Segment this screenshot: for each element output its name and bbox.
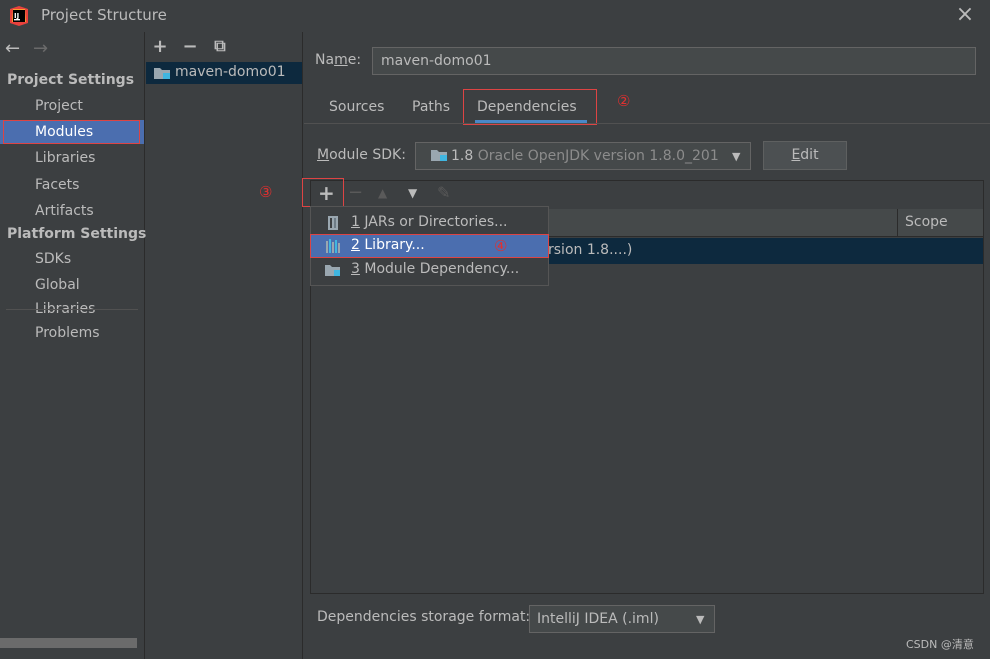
add-module-icon[interactable]: + bbox=[151, 36, 169, 57]
back-arrow-icon[interactable]: ← bbox=[5, 38, 20, 59]
jar-icon bbox=[328, 216, 338, 230]
chevron-down-icon: ▼ bbox=[732, 150, 741, 163]
watermark: CSDN @清意 bbox=[906, 638, 974, 651]
copy-module-icon[interactable]: ⧉ bbox=[211, 36, 229, 56]
forward-arrow-icon[interactable]: → bbox=[33, 38, 48, 59]
move-up-icon[interactable]: ▲ bbox=[378, 186, 387, 200]
sidebar-divider bbox=[6, 309, 138, 310]
storage-format-label: Dependencies storage format: bbox=[317, 609, 531, 625]
intellij-logo-icon: IJ bbox=[10, 6, 28, 26]
dependencies-tab-highlight-box bbox=[463, 89, 597, 125]
dependency-row-text: rsion 1.8....) bbox=[548, 242, 633, 258]
module-folder-icon bbox=[154, 68, 170, 79]
sidebar-scrollbar[interactable] bbox=[0, 638, 137, 648]
storage-format-value: IntelliJ IDEA (.iml) bbox=[537, 611, 659, 627]
sdk-folder-icon bbox=[431, 150, 447, 161]
scope-column-header[interactable]: Scope bbox=[905, 214, 948, 230]
menu-item-module-dependency[interactable]: 3 Module Dependency... bbox=[311, 258, 548, 282]
chevron-down-icon: ▼ bbox=[696, 613, 705, 626]
module-sdk-label: Module SDK: bbox=[317, 147, 406, 163]
close-icon[interactable]: × bbox=[954, 4, 976, 26]
move-down-icon[interactable]: ▼ bbox=[408, 186, 417, 200]
tab-sources[interactable]: Sources bbox=[329, 99, 384, 115]
library-highlight-box bbox=[310, 234, 549, 258]
module-icon bbox=[325, 265, 340, 276]
annotation-marker-4: ④ bbox=[494, 237, 508, 255]
sidebar-item-libraries[interactable]: Libraries bbox=[0, 146, 144, 170]
tabs-divider bbox=[304, 123, 990, 124]
edit-dependency-icon[interactable]: ✎ bbox=[437, 183, 450, 202]
name-label: Name: bbox=[315, 52, 362, 68]
window-title: Project Structure bbox=[41, 6, 167, 24]
remove-module-icon[interactable]: − bbox=[181, 36, 199, 57]
sidebar-item-problems[interactable]: Problems bbox=[0, 321, 144, 345]
module-name-input[interactable] bbox=[372, 47, 976, 75]
platform-settings-heading: Platform Settings bbox=[7, 226, 147, 242]
remove-dependency-icon[interactable]: − bbox=[348, 182, 363, 203]
svg-text:IJ: IJ bbox=[14, 12, 19, 20]
menu-item-jars[interactable]: 1 JARs or Directories... bbox=[311, 211, 548, 235]
sidebar-item-facets[interactable]: Facets bbox=[0, 173, 144, 197]
module-tree-label: maven-domo01 bbox=[175, 64, 286, 80]
module-sdk-value: 1.8 Oracle OpenJDK version 1.8.0_201 bbox=[451, 148, 719, 164]
annotation-marker-3: ③ bbox=[259, 183, 273, 201]
tab-paths[interactable]: Paths bbox=[412, 99, 450, 115]
edit-sdk-button[interactable]: Edit bbox=[763, 141, 847, 170]
modules-highlight-box bbox=[3, 120, 140, 144]
sidebar-item-global-libraries[interactable]: Global Libraries bbox=[0, 273, 144, 317]
project-settings-heading: Project Settings bbox=[7, 72, 135, 88]
sidebar-item-artifacts[interactable]: Artifacts bbox=[0, 199, 144, 223]
sidebar-item-sdks[interactable]: SDKs bbox=[0, 247, 144, 271]
sidebar-item-project[interactable]: Project bbox=[0, 94, 144, 118]
add-dependency-highlight-box bbox=[302, 178, 344, 207]
annotation-marker-2: ② bbox=[617, 92, 631, 110]
column-separator bbox=[897, 209, 898, 237]
module-tree-panel bbox=[146, 32, 303, 659]
